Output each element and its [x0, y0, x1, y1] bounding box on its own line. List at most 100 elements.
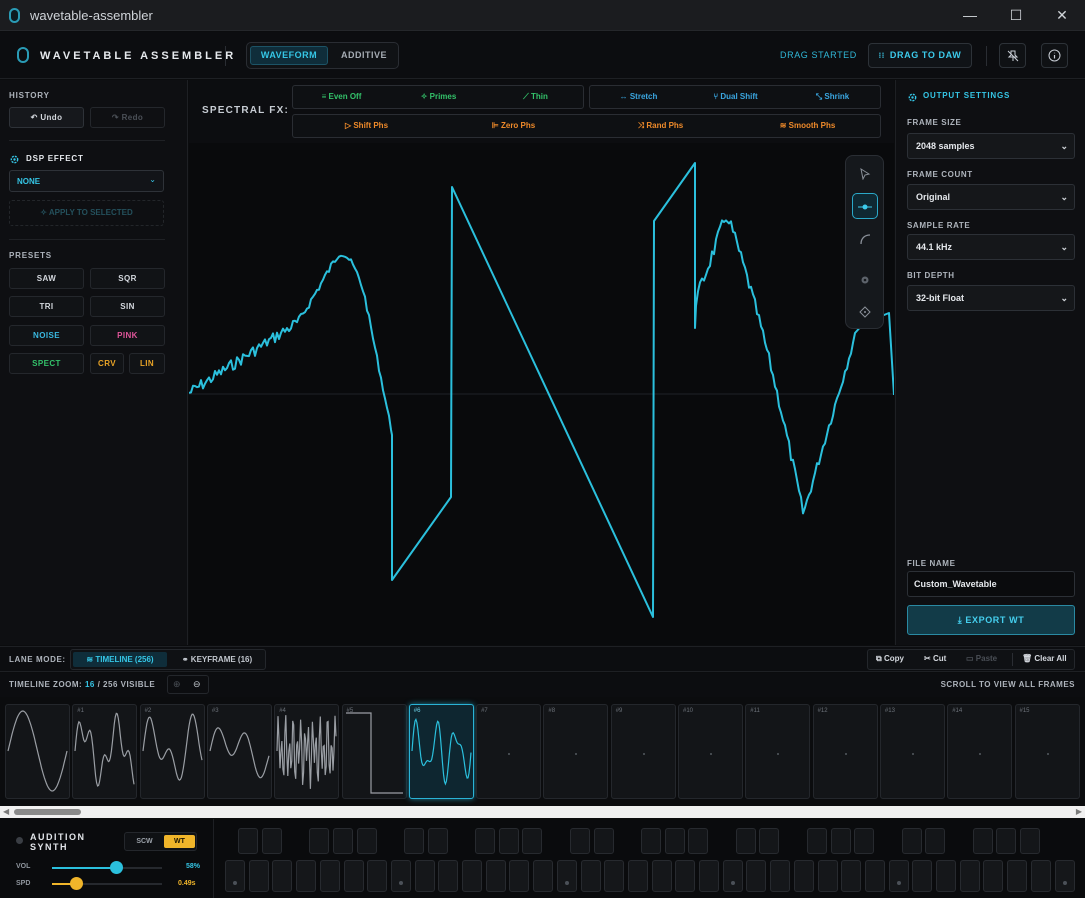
fx-even-off-button[interactable]: ≡ Even Off [293, 86, 390, 108]
piano-black-key[interactable] [996, 828, 1017, 854]
piano-white-key[interactable] [319, 860, 340, 892]
gear-tool-icon[interactable] [852, 267, 878, 293]
fx-shrink-button[interactable]: ⤡ Shrink [784, 86, 881, 108]
pen-tool-icon[interactable] [852, 299, 878, 325]
piano-white-key[interactable] [414, 860, 435, 892]
zoom-in-icon[interactable]: ⊕ [173, 679, 181, 690]
fx-thin-button[interactable]: ⟋ Thin [487, 86, 584, 108]
fx-smooth-phs-button[interactable]: ≋ Smooth Phs [734, 115, 881, 137]
fx-stretch-button[interactable]: ↔ Stretch [590, 86, 687, 108]
piano-white-key[interactable] [462, 860, 482, 892]
piano-black-key[interactable] [498, 828, 519, 854]
piano-black-key[interactable] [688, 828, 709, 854]
piano-black-key[interactable] [522, 828, 543, 854]
piano-black-key[interactable] [403, 828, 424, 854]
fx-zero-phs-button[interactable]: ⊫ Zero Phs [440, 115, 587, 137]
piano-black-key[interactable] [475, 828, 496, 854]
piano-white-key[interactable] [936, 860, 956, 892]
timeline-frame[interactable]: #1 [72, 704, 138, 799]
piano-white-key[interactable] [912, 860, 933, 892]
fx-primes-button[interactable]: ✧ Primes [390, 86, 487, 108]
piano-black-key[interactable] [735, 828, 756, 854]
piano-white-key[interactable] [509, 860, 530, 892]
preset-pink[interactable]: PINK [90, 325, 165, 346]
piano-white-key[interactable] [699, 860, 719, 892]
timeline-frame[interactable]: #14 [947, 704, 1013, 799]
piano-black-key[interactable] [593, 828, 614, 854]
piano-black-key[interactable] [640, 828, 661, 854]
piano-white-key[interactable] [438, 860, 459, 892]
piano-black-key[interactable] [925, 828, 946, 854]
timeline-frame[interactable]: #6 [408, 704, 474, 799]
copy-button[interactable]: ⧉ Copy [876, 654, 904, 664]
preset-sqr[interactable]: SQR [90, 268, 165, 289]
timeline-frame[interactable]: #3 [206, 704, 272, 799]
timeline-frame[interactable] [5, 704, 70, 799]
maximize-button[interactable]: ☐ [993, 0, 1039, 31]
piano-black-key[interactable] [569, 828, 590, 854]
piano-white-key[interactable] [390, 860, 411, 892]
piano-black-key[interactable] [427, 828, 448, 854]
tab-waveform[interactable]: WAVEFORM [250, 46, 328, 65]
piano-white-key[interactable] [367, 860, 388, 892]
piano-white-key[interactable] [746, 860, 767, 892]
scrollbar-thumb[interactable] [14, 809, 81, 815]
frame-size-select[interactable]: 2048 samples ⌄ [907, 133, 1075, 159]
scroll-left-icon[interactable]: ◀ [3, 807, 9, 816]
preset-spect[interactable]: SPECT [9, 353, 84, 374]
piano-white-key[interactable] [888, 860, 909, 892]
piano-black-key[interactable] [309, 828, 330, 854]
tab-keyframe[interactable]: ⚭ KEYFRAME (16) [171, 652, 263, 667]
piano-black-key[interactable] [759, 828, 780, 854]
piano-black-key[interactable] [332, 828, 353, 854]
tab-additive[interactable]: ADDITIVE [333, 46, 395, 65]
pin-off-button[interactable] [999, 43, 1026, 68]
piano-black-key[interactable] [972, 828, 993, 854]
piano-white-key[interactable] [722, 860, 743, 892]
piano-white-key[interactable] [983, 860, 1004, 892]
timeline-frame[interactable]: #8 [543, 704, 609, 799]
frame-count-select[interactable]: Original ⌄ [907, 184, 1075, 210]
piano-black-key[interactable] [830, 828, 851, 854]
timeline-frame[interactable]: #15 [1014, 704, 1080, 799]
piano-white-key[interactable] [1030, 860, 1051, 892]
export-wt-button[interactable]: ⤓ EXPORT WT [907, 605, 1075, 635]
close-button[interactable]: ✕ [1039, 0, 1085, 31]
piano-black-key[interactable] [356, 828, 377, 854]
piano-white-key[interactable] [343, 860, 364, 892]
piano-white-key[interactable] [793, 860, 814, 892]
piano-white-key[interactable] [651, 860, 672, 892]
info-button[interactable] [1041, 43, 1068, 68]
timeline-frame[interactable]: #2 [139, 704, 205, 799]
node-tool-icon[interactable] [852, 193, 878, 219]
piano-white-key[interactable] [556, 860, 577, 892]
piano-white-key[interactable] [864, 860, 885, 892]
clear-all-button[interactable]: 🗑 Clear All [1022, 654, 1067, 663]
timeline-frame[interactable]: #9 [610, 704, 676, 799]
timeline-scrollbar[interactable]: ◀ ▶ [0, 806, 1085, 818]
piano-white-key[interactable] [580, 860, 601, 892]
piano-black-key[interactable] [1020, 828, 1041, 854]
waveform-editor-canvas[interactable] [189, 143, 894, 645]
piano-white-key[interactable] [604, 860, 625, 892]
piano-white-key[interactable] [533, 860, 554, 892]
scroll-right-icon[interactable]: ▶ [1076, 807, 1082, 816]
file-name-input[interactable]: Custom_Wavetable [907, 571, 1075, 597]
preset-crv[interactable]: CRV [90, 353, 124, 374]
minimize-button[interactable]: — [947, 0, 993, 31]
fx-rand-phs-button[interactable]: ⤨ Rand Phs [587, 115, 734, 137]
apply-to-selected-button[interactable]: ✧ APPLY TO SELECTED [9, 200, 164, 226]
cut-button[interactable]: ✂ Cut [924, 654, 946, 663]
timeline-frame[interactable]: #12 [812, 704, 878, 799]
timeline-frame[interactable]: #13 [879, 704, 945, 799]
piano-white-key[interactable] [817, 860, 838, 892]
zoom-out-icon[interactable]: ⊖ [193, 679, 201, 690]
timeline-frame[interactable]: #11 [745, 704, 811, 799]
tab-timeline[interactable]: ≋ TIMELINE (256) [73, 652, 167, 667]
timeline-frame[interactable]: #4 [274, 704, 340, 799]
preset-tri[interactable]: TRI [9, 296, 84, 317]
piano-white-key[interactable] [675, 860, 696, 892]
select-tool-icon[interactable] [852, 161, 878, 187]
timeline-frame[interactable]: #5 [341, 704, 407, 799]
piano-white-key[interactable] [841, 860, 862, 892]
